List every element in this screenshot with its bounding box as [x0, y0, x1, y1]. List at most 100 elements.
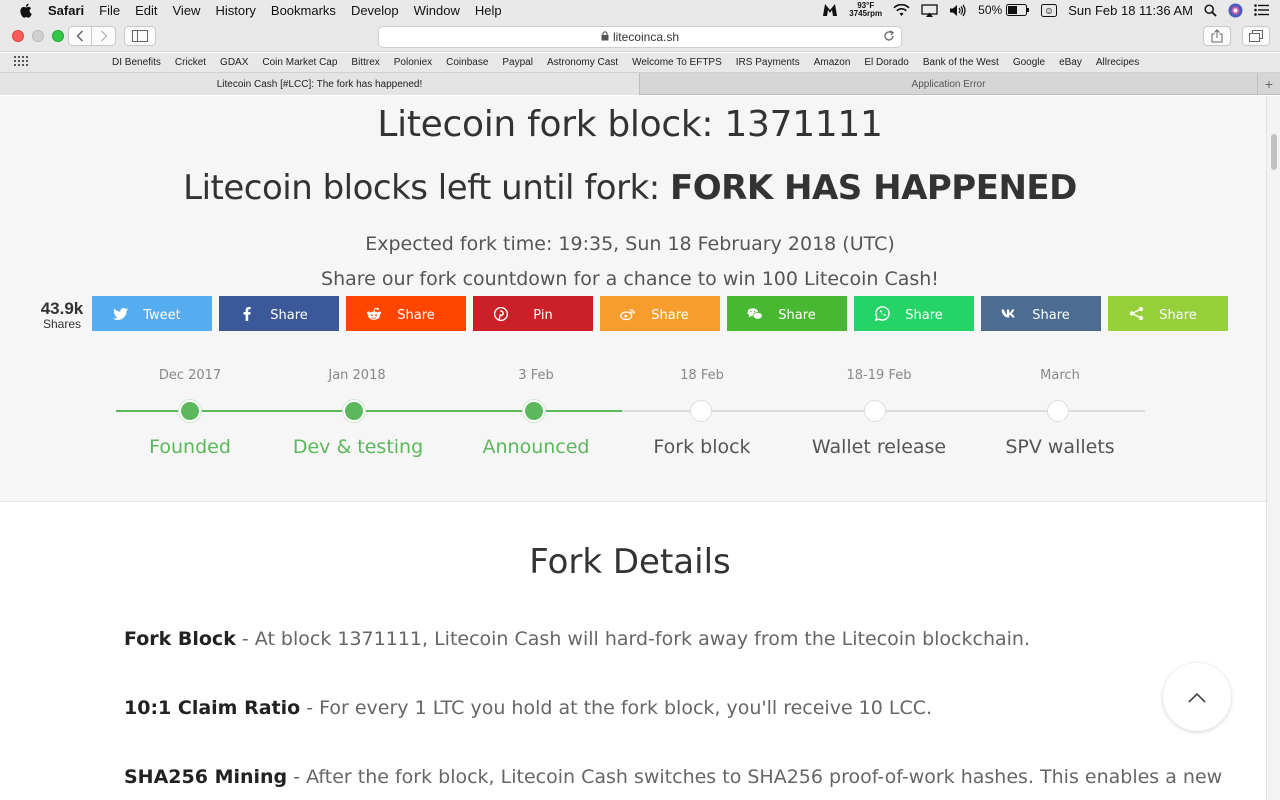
- battery-percent: 50%: [978, 3, 1003, 17]
- timeline-label: Announced: [482, 436, 590, 458]
- detail-item: 10:1 Claim Ratio - For every 1 LTC you h…: [124, 697, 932, 719]
- timeline-date: March: [1040, 368, 1080, 383]
- menubar-status-area: 93°F 3745rpm 50% ☺ Sun Feb 18 11:36 AM: [822, 0, 1280, 20]
- weibo-share-button[interactable]: Share: [600, 296, 720, 331]
- bookmark-eftps[interactable]: Welcome To EFTPS: [632, 57, 722, 68]
- sidebar-toggle-button[interactable]: [124, 26, 156, 46]
- tab-overview-button[interactable]: [1242, 26, 1270, 46]
- web-page: Litecoin fork block: 1371111 Litecoin bl…: [0, 96, 1280, 800]
- bookmark-di-benefits[interactable]: DI Benefits: [112, 57, 161, 68]
- bookmark-irs-payments[interactable]: IRS Payments: [736, 57, 800, 68]
- macos-menubar: Safari File Edit View History Bookmarks …: [0, 0, 1280, 20]
- scrollbar-thumb[interactable]: [1271, 134, 1277, 170]
- pinterest-share-button[interactable]: Pin: [473, 296, 593, 331]
- social-share-bar: 43.9k Shares Tweet Share Share Pin Share…: [0, 296, 1260, 332]
- bookmark-coinbase[interactable]: Coinbase: [446, 57, 488, 68]
- timeline-date: 18-19 Feb: [846, 368, 912, 383]
- bookmark-coin-market-cap[interactable]: Coin Market Cap: [262, 57, 337, 68]
- bookmark-gdax[interactable]: GDAX: [220, 57, 248, 68]
- detail-item: SHA256 Mining - After the fork block, Li…: [124, 766, 1222, 788]
- bookmark-allrecipes[interactable]: Allrecipes: [1096, 57, 1139, 68]
- menu-file[interactable]: File: [99, 3, 120, 18]
- clock[interactable]: Sun Feb 18 11:36 AM: [1068, 3, 1193, 18]
- wechat-share-button[interactable]: Share: [727, 296, 847, 331]
- volume-icon[interactable]: [949, 4, 967, 17]
- bookmark-bank-of-the-west[interactable]: Bank of the West: [923, 57, 999, 68]
- menu-develop[interactable]: Develop: [351, 3, 399, 18]
- menu-app-safari[interactable]: Safari: [48, 3, 84, 18]
- tab-overview-icon: [1249, 30, 1263, 42]
- share-sheet-button[interactable]: [1203, 26, 1231, 46]
- share-count-value: 43.9k: [40, 299, 84, 318]
- forward-button[interactable]: [92, 26, 116, 46]
- generic-share-button[interactable]: Share: [1108, 296, 1228, 331]
- apple-icon[interactable]: [18, 3, 32, 18]
- wifi-icon[interactable]: [893, 3, 910, 17]
- vk-share-button[interactable]: Share: [981, 296, 1101, 331]
- tab-litecoin-cash[interactable]: Litecoin Cash [#LCC]: The fork has happe…: [0, 73, 640, 95]
- fork-block-heading: Litecoin fork block: 1371111: [377, 104, 883, 145]
- twitter-share-button[interactable]: Tweet: [92, 296, 212, 331]
- hero-section: Litecoin fork block: 1371111 Litecoin bl…: [0, 96, 1266, 502]
- notification-center-icon[interactable]: [1254, 4, 1269, 16]
- detail-text: - After the fork block, Litecoin Cash sw…: [287, 766, 1223, 788]
- timeline-dot-pending: [864, 400, 886, 422]
- expected-fork-time: Expected fork time: 19:35, Sun 18 Februa…: [365, 233, 895, 255]
- reload-icon[interactable]: [883, 30, 895, 45]
- menu-window[interactable]: Window: [414, 3, 460, 18]
- bookmark-poloniex[interactable]: Poloniex: [394, 57, 432, 68]
- fan-monitor[interactable]: 93°F 3745rpm: [849, 2, 882, 18]
- bookmark-paypal[interactable]: Paypal: [502, 57, 533, 68]
- tab-title: Application Error: [911, 78, 986, 90]
- reddit-share-button[interactable]: Share: [346, 296, 466, 331]
- page-scrollbar[interactable]: [1266, 96, 1280, 800]
- blocks-left-label: Litecoin blocks left until fork:: [183, 168, 671, 208]
- tab-application-error[interactable]: Application Error: [640, 73, 1258, 95]
- facebook-share-button[interactable]: Share: [219, 296, 339, 331]
- weibo-share-label: Share: [651, 308, 689, 323]
- bookmark-amazon[interactable]: Amazon: [814, 57, 851, 68]
- blocks-left-heading: Litecoin blocks left until fork: FORK HA…: [0, 168, 1260, 208]
- minimize-window-button[interactable]: [32, 30, 44, 42]
- timeline-date: Dec 2017: [158, 368, 222, 383]
- sidebar-icon: [132, 30, 148, 42]
- share-cta-text: Share our fork countdown for a chance to…: [321, 268, 939, 290]
- share-counter: 43.9k Shares: [36, 300, 88, 331]
- timeline-dot-complete: [179, 400, 201, 422]
- whatsapp-share-button[interactable]: Share: [854, 296, 974, 331]
- back-button[interactable]: [68, 26, 92, 46]
- timeline-date: Jan 2018: [328, 368, 386, 383]
- bookmark-astronomy-cast[interactable]: Astronomy Cast: [547, 57, 618, 68]
- twitter-share-label: Tweet: [143, 308, 181, 323]
- new-tab-button[interactable]: +: [1258, 73, 1280, 94]
- timeline-dot-pending: [690, 400, 712, 422]
- bookmark-el-dorado[interactable]: El Dorado: [864, 57, 908, 68]
- fan-rpm-readout: 3745rpm: [849, 9, 883, 18]
- menu-bookmarks[interactable]: Bookmarks: [271, 3, 336, 18]
- keyboard-icon[interactable]: ☺: [1041, 3, 1058, 17]
- share-count-label: Shares: [42, 317, 82, 331]
- siri-icon[interactable]: [1228, 3, 1243, 18]
- top-sites-grid-icon[interactable]: [14, 56, 28, 69]
- address-bar[interactable]: litecoinca.sh: [378, 26, 902, 48]
- menu-history[interactable]: History: [215, 3, 255, 18]
- menu-edit[interactable]: Edit: [135, 3, 157, 18]
- history-nav: [68, 26, 116, 46]
- close-window-button[interactable]: [12, 30, 24, 42]
- airplay-icon[interactable]: [921, 3, 938, 17]
- bookmark-ebay[interactable]: eBay: [1059, 57, 1082, 68]
- window-controls: [12, 30, 64, 42]
- bookmark-bittrex[interactable]: Bittrex: [351, 57, 379, 68]
- menu-view[interactable]: View: [173, 3, 201, 18]
- fullscreen-window-button[interactable]: [52, 30, 64, 42]
- battery-status[interactable]: 50%: [978, 3, 1030, 17]
- scroll-to-top-button[interactable]: [1163, 663, 1231, 731]
- malwarebytes-icon[interactable]: [822, 3, 838, 17]
- wechat-share-label: Share: [778, 308, 816, 323]
- spotlight-search-icon[interactable]: [1204, 3, 1217, 17]
- roadmap-timeline: Dec 2017 Founded Jan 2018 Dev & testing …: [0, 356, 1260, 466]
- detail-text: - At block 1371111, Litecoin Cash will h…: [235, 628, 1030, 650]
- bookmark-google[interactable]: Google: [1013, 57, 1045, 68]
- menu-help[interactable]: Help: [475, 3, 502, 18]
- bookmark-cricket[interactable]: Cricket: [175, 57, 206, 68]
